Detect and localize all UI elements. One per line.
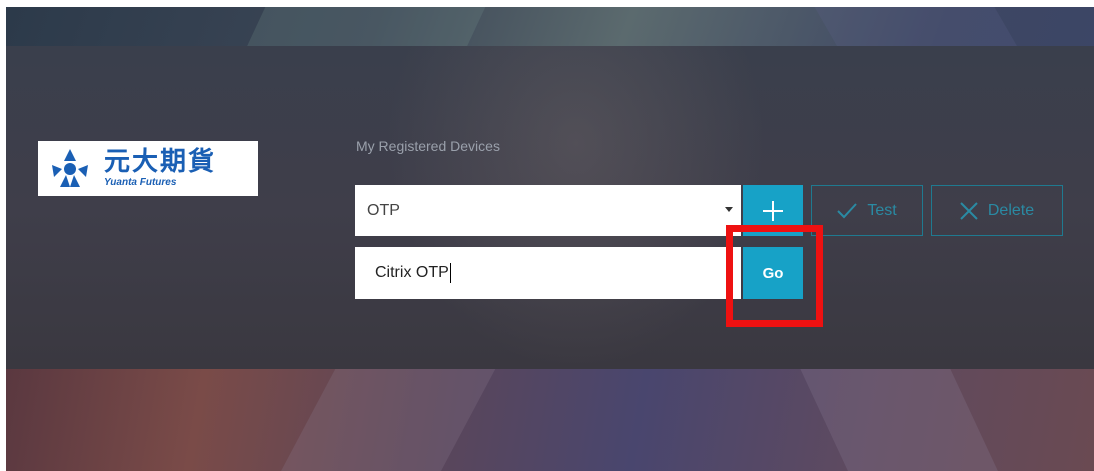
brand-logo-icon bbox=[48, 147, 92, 191]
delete-button-label: Delete bbox=[987, 201, 1035, 219]
chevron-down-icon bbox=[725, 207, 733, 212]
delete-button[interactable]: Delete bbox=[931, 185, 1063, 236]
plus-icon bbox=[763, 200, 783, 221]
brand-name-cn: 元大期貨 bbox=[104, 147, 217, 177]
brand-logo-text: 元大期貨 Yuanta Futures bbox=[104, 149, 216, 188]
screen: 元大期貨 Yuanta Futures My Registered Device… bbox=[6, 7, 1094, 471]
text-cursor bbox=[449, 263, 451, 283]
brand-name-en: Yuanta Futures bbox=[104, 177, 177, 188]
device-select-value: OTP bbox=[367, 201, 400, 219]
otp-name-value: Citrix OTP bbox=[375, 264, 449, 281]
devices-label: My Registered Devices bbox=[356, 138, 500, 154]
check-icon bbox=[837, 202, 858, 218]
x-icon bbox=[960, 201, 978, 220]
test-button[interactable]: Test bbox=[811, 185, 923, 236]
brand-logo: 元大期貨 Yuanta Futures bbox=[38, 141, 258, 196]
annotation-highlight-box bbox=[726, 225, 823, 327]
device-select[interactable]: OTP bbox=[355, 185, 741, 236]
otp-name-input[interactable]: Citrix OTP bbox=[355, 247, 741, 299]
test-button-label: Test bbox=[867, 201, 897, 219]
